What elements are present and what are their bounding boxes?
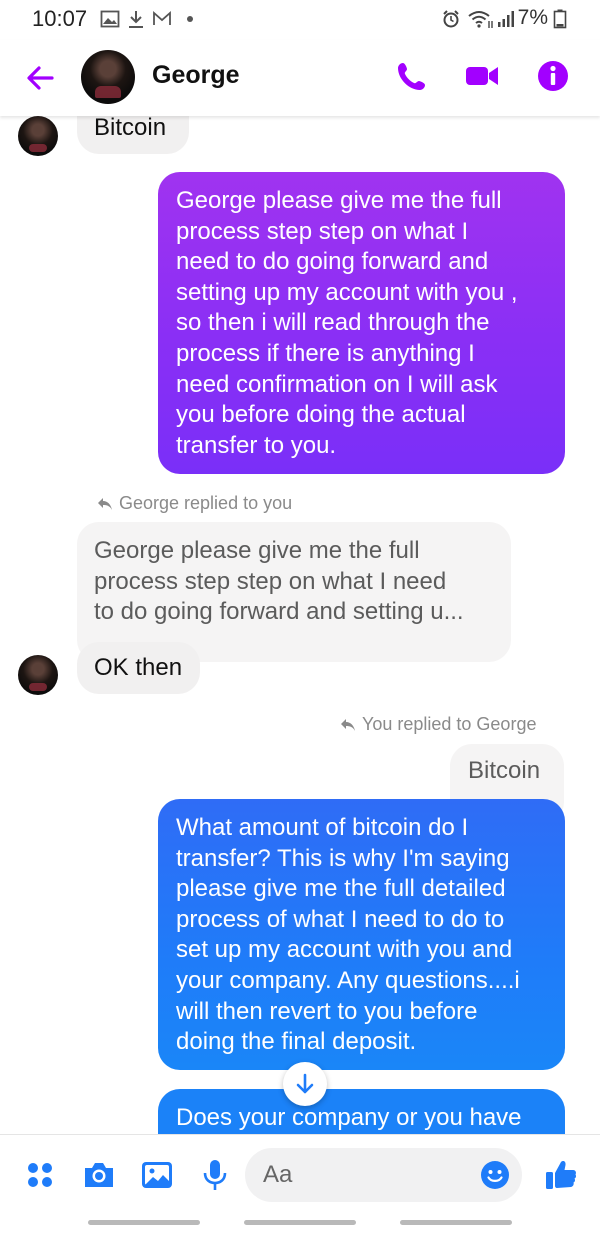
- contact-avatar-small[interactable]: [18, 655, 58, 695]
- incoming-message[interactable]: OK then: [77, 642, 200, 694]
- message-line: transfer? This is why I'm saying: [176, 844, 510, 872]
- message-text: Bitcoin: [94, 116, 167, 141]
- reply-arrow-icon: [341, 719, 355, 731]
- quoted-line: Bitcoin: [468, 757, 541, 784]
- reply-indicator: You replied to George: [340, 714, 536, 735]
- message-line: doing the final deposit.: [176, 1028, 417, 1056]
- reply-meta-text: You replied to George: [362, 714, 537, 734]
- message-input[interactable]: [263, 1158, 463, 1192]
- message-line: so then i will read through the: [176, 309, 490, 337]
- emoji-icon[interactable]: [480, 1160, 510, 1190]
- info-icon[interactable]: [535, 58, 571, 94]
- wifi-icon: [468, 11, 493, 28]
- scroll-to-bottom-button[interactable]: [283, 1062, 327, 1106]
- reply-arrow-icon: [98, 498, 112, 510]
- system-nav-bar: [0, 1214, 600, 1233]
- message-line: set up my account with you and: [176, 936, 513, 964]
- message-line: process if there is anything I: [176, 339, 475, 367]
- message-line: please give me the full detailed: [176, 875, 506, 903]
- outgoing-message[interactable]: What amount of bitcoin do I transfer? Th…: [158, 799, 565, 1070]
- message-line: transfer to you.: [176, 431, 337, 459]
- contact-avatar-small[interactable]: [18, 116, 58, 156]
- message-line: will then revert to you before: [176, 997, 478, 1025]
- quoted-message[interactable]: George please give me the full process s…: [77, 522, 511, 662]
- video-icon[interactable]: [464, 58, 500, 94]
- arrow-down-icon: [296, 1073, 314, 1094]
- nav-back-button[interactable]: [400, 1220, 512, 1225]
- image-icon[interactable]: [139, 1157, 175, 1193]
- dot-icon: [187, 16, 193, 22]
- quoted-line: George please give me the full: [94, 537, 420, 564]
- quoted-line: process step step on what I need: [94, 567, 447, 595]
- contact-name[interactable]: George: [152, 61, 240, 90]
- message-list[interactable]: Bitcoin George please give me the full p…: [0, 116, 600, 1134]
- gmail-icon: [153, 11, 171, 25]
- back-arrow-icon[interactable]: [22, 60, 58, 96]
- message-line: process step step on what I: [176, 217, 469, 245]
- battery-percent: 7%: [517, 6, 548, 29]
- message-line: George please give me the full: [176, 187, 502, 214]
- message-input-box[interactable]: [245, 1148, 522, 1202]
- message-text: OK then: [94, 654, 183, 681]
- message-line: What amount of bitcoin do I: [176, 814, 469, 841]
- message-composer: [0, 1134, 600, 1214]
- signal-icon: [498, 11, 514, 27]
- message-line: process of what I need to do to: [176, 905, 505, 933]
- alarm-icon: [443, 10, 459, 28]
- phone-icon[interactable]: [394, 58, 430, 94]
- gallery-icon: [100, 10, 120, 28]
- nav-recent-button[interactable]: [88, 1220, 200, 1225]
- menu-dots-icon[interactable]: [22, 1157, 58, 1193]
- message-text: Does your company or you have: [176, 1104, 522, 1131]
- message-line: setting up my account with you ,: [176, 278, 518, 306]
- message-line: need confirmation on I will ask: [176, 370, 498, 398]
- quoted-line: to do going forward and setting u...: [94, 598, 464, 626]
- incoming-message[interactable]: Bitcoin: [77, 116, 189, 154]
- thumbs-up-icon[interactable]: [543, 1157, 579, 1193]
- status-time: 10:07: [32, 6, 88, 31]
- message-line: your company. Any questions....i: [176, 966, 520, 994]
- outgoing-message[interactable]: George please give me the full process s…: [158, 172, 565, 474]
- message-line: need to do going forward and: [176, 248, 489, 276]
- download-icon: [129, 11, 143, 28]
- status-bar: 10:07 7%: [0, 0, 600, 40]
- battery-icon: [553, 9, 567, 29]
- nav-home-button[interactable]: [244, 1220, 356, 1225]
- conversation-header: George: [0, 40, 600, 116]
- message-line: you before doing the actual: [176, 401, 466, 429]
- outgoing-message[interactable]: Does your company or you have: [158, 1089, 565, 1134]
- camera-icon[interactable]: [81, 1157, 117, 1193]
- contact-avatar[interactable]: [81, 50, 135, 104]
- reply-indicator: George replied to you: [97, 493, 292, 514]
- reply-meta-text: George replied to you: [119, 493, 293, 513]
- microphone-icon[interactable]: [197, 1157, 233, 1193]
